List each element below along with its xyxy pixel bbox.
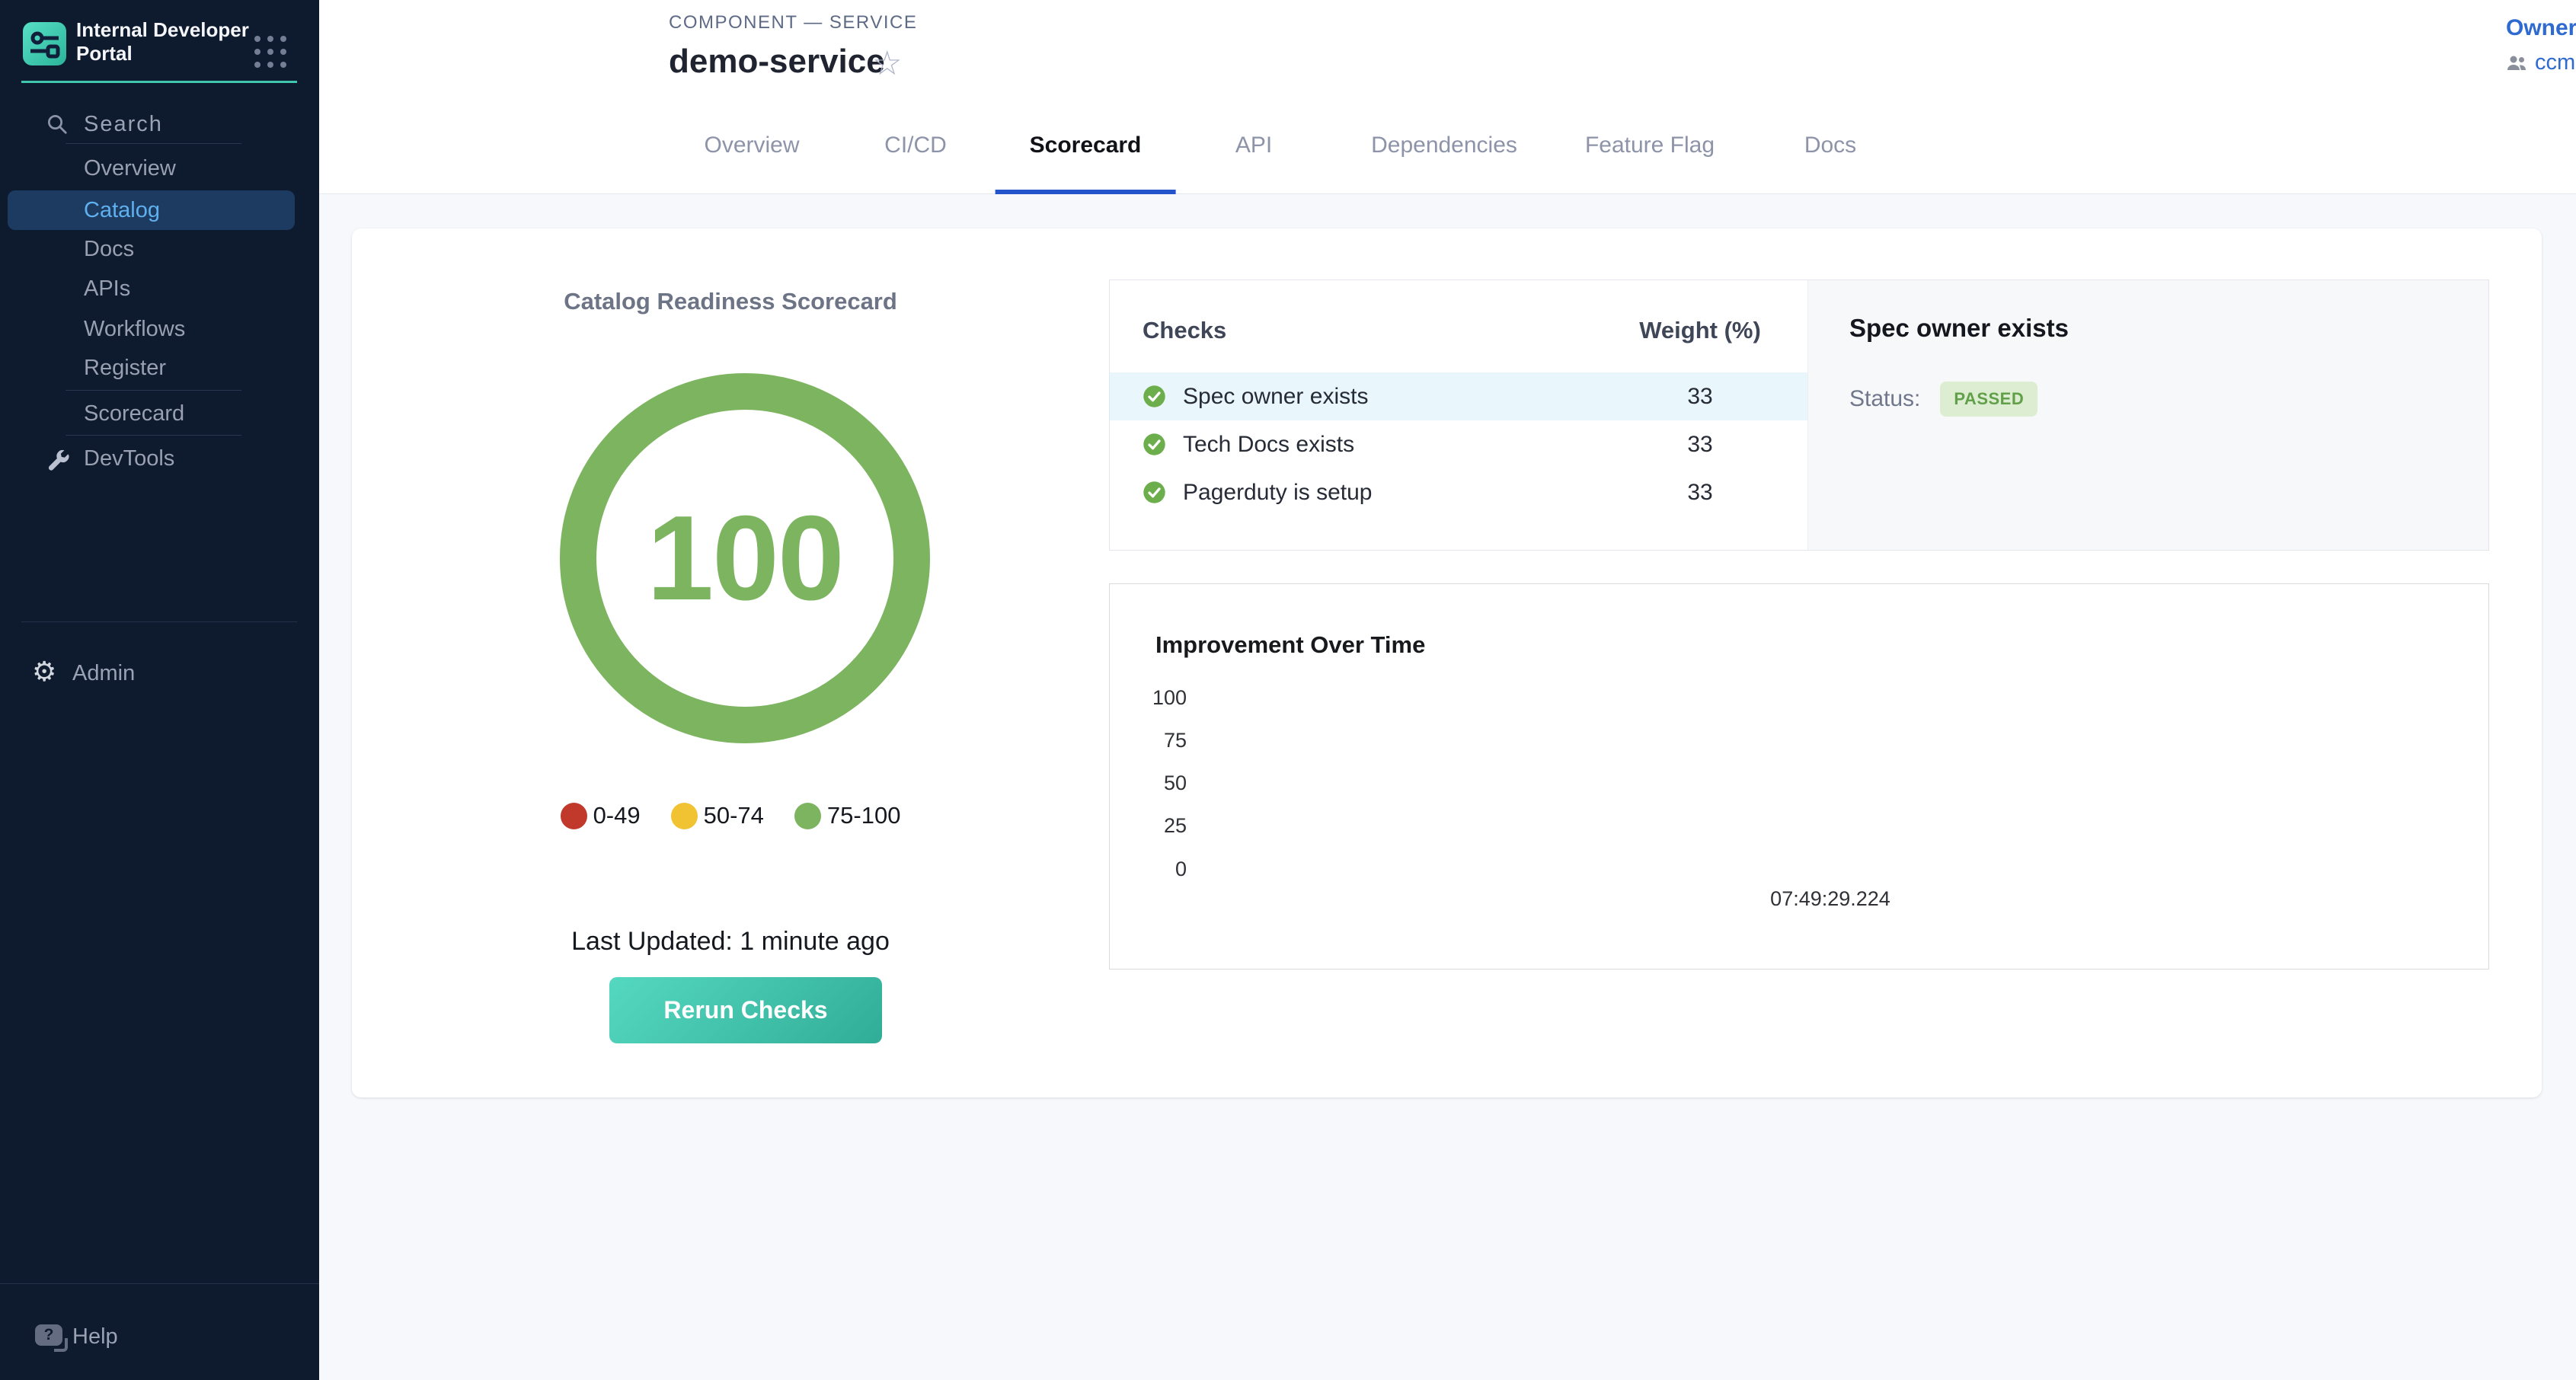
sidebar-item-help[interactable]: ? Help — [0, 1317, 319, 1356]
sidebar-item-catalog[interactable]: Catalog — [8, 190, 295, 230]
check-row-pagerduty[interactable]: Pagerduty is setup 33 — [1110, 468, 1807, 516]
score-legend: 0-49 50-74 75-100 — [352, 802, 1109, 829]
y-axis-tick: 50 — [1110, 771, 1187, 795]
app-launcher-icon[interactable] — [254, 36, 288, 69]
check-row-spec-owner[interactable]: Spec owner exists 33 — [1110, 372, 1807, 420]
tab-overview[interactable]: Overview — [704, 133, 799, 165]
check-detail-panel: Spec owner exists Status: PASSED — [1807, 280, 2488, 550]
sidebar-item-workflows[interactable]: Workflows — [8, 309, 295, 349]
owner-block: Owner ccmplayacc — [2506, 15, 2576, 75]
y-axis-tick: 100 — [1110, 685, 1187, 710]
users-icon — [2506, 55, 2527, 72]
weight-column-header: Weight (%) — [1635, 317, 1765, 344]
sidebar-item-devtools[interactable]: DevTools — [8, 439, 295, 478]
sidebar-search[interactable]: Search — [0, 107, 319, 142]
sidebar-accent-divider — [21, 81, 297, 83]
check-passed-icon — [1143, 385, 1166, 408]
check-passed-icon — [1143, 481, 1166, 504]
sidebar-item-apis[interactable]: APIs — [8, 269, 295, 308]
checks-table: Checks Weight (%) Spec owner exists 33 — [1110, 280, 1807, 550]
status-badge: PASSED — [1940, 382, 2037, 417]
scorecard-card: Catalog Readiness Scorecard 100 0-49 50-… — [352, 228, 2542, 1097]
last-updated-text: Last Updated: 1 minute ago — [352, 927, 1109, 957]
owner-label: Owner — [2506, 15, 2576, 41]
page-title: demo-service — [669, 43, 885, 81]
legend-item-high: 75-100 — [794, 802, 901, 829]
tab-scorecard[interactable]: Scorecard — [1030, 133, 1142, 165]
sidebar: Internal Developer Portal Search Overvie… — [0, 0, 319, 1380]
checks-column-header: Checks — [1143, 317, 1226, 344]
portal-logo-icon — [23, 22, 66, 65]
tab-api[interactable]: API — [1235, 133, 1272, 165]
gear-icon: ⚙ — [32, 653, 56, 692]
help-icon: ? — [35, 1324, 62, 1346]
checks-panel-row: Checks Weight (%) Spec owner exists 33 — [1109, 280, 2489, 551]
check-detail-title: Spec owner exists — [1849, 314, 2069, 343]
legend-dot-green — [794, 803, 821, 829]
legend-dot-red — [561, 803, 587, 829]
sidebar-item-scorecard[interactable]: Scorecard — [8, 394, 295, 433]
favorite-star-icon[interactable]: ☆ — [872, 44, 902, 83]
sidebar-search-label: Search — [84, 112, 163, 137]
divider — [66, 143, 241, 144]
check-passed-icon — [1143, 433, 1166, 456]
y-axis-tick: 75 — [1110, 728, 1187, 752]
status-label: Status: — [1849, 386, 1920, 412]
sidebar-item-docs[interactable]: Docs — [8, 229, 295, 269]
search-icon — [46, 113, 69, 136]
legend-dot-yellow — [671, 803, 698, 829]
portal-title: Internal Developer Portal — [76, 18, 251, 65]
tab-feature-flag[interactable]: Feature Flag — [1585, 133, 1715, 165]
score-value: 100 — [558, 372, 932, 745]
tab-cicd[interactable]: CI/CD — [884, 133, 947, 165]
wrench-icon — [46, 447, 70, 487]
legend-item-mid: 50-74 — [671, 802, 764, 829]
tab-dependencies[interactable]: Dependencies — [1371, 133, 1517, 165]
check-row-tech-docs[interactable]: Tech Docs exists 33 — [1110, 420, 1807, 468]
sidebar-item-admin[interactable]: ⚙ Admin — [0, 653, 319, 693]
divider — [66, 390, 241, 391]
score-gauge: 100 — [558, 372, 932, 745]
rerun-checks-button[interactable]: Rerun Checks — [609, 977, 882, 1043]
scorecard-content: Catalog Readiness Scorecard 100 0-49 50-… — [319, 195, 2576, 1380]
owner-value-link[interactable]: ccmplayacc — [2535, 50, 2576, 75]
improvement-chart: Improvement Over Time 100 75 50 25 0 07:… — [1109, 583, 2489, 970]
sidebar-item-register[interactable]: Register — [8, 348, 295, 388]
scorecard-title: Catalog Readiness Scorecard — [352, 288, 1109, 315]
divider — [0, 1283, 319, 1284]
tab-docs[interactable]: Docs — [1804, 133, 1856, 165]
sidebar-item-overview[interactable]: Overview — [8, 149, 295, 188]
entity-header: COMPONENT — SERVICE demo-service ☆ Owner… — [319, 0, 2576, 194]
chart-title: Improvement Over Time — [1155, 631, 1425, 659]
divider — [21, 621, 297, 622]
x-axis-tick: 07:49:29.224 — [1747, 887, 1914, 911]
legend-item-low: 0-49 — [561, 802, 641, 829]
y-axis-tick: 0 — [1110, 857, 1187, 881]
divider — [66, 435, 241, 436]
y-axis-tick: 25 — [1110, 813, 1187, 838]
breadcrumb: COMPONENT — SERVICE — [669, 12, 917, 34]
